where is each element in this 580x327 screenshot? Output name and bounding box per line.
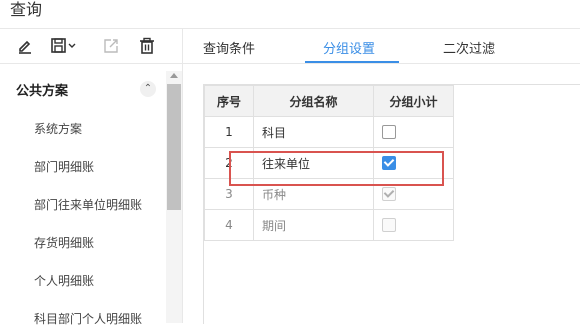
row-index: 1 [204, 116, 254, 148]
row-index: 2 [204, 147, 254, 179]
table-header-row: 序号 分组名称 分组小计 [204, 85, 454, 117]
row-index: 4 [204, 209, 254, 241]
tab-bar: 查询条件 分组设置 二次过滤 [183, 29, 580, 64]
row-index: 3 [204, 178, 254, 210]
settings-panel: 查询条件 分组设置 二次过滤 序号 分组名称 分组小计 1 科目 2 往来单位 … [183, 29, 580, 324]
scheme-item[interactable]: 部门往来单位明细账 [34, 196, 142, 213]
subtotal-checkbox [382, 218, 396, 233]
scrollbar-thumb[interactable] [167, 84, 181, 210]
scheme-toolbar [0, 29, 182, 64]
edit-button[interactable] [14, 36, 36, 56]
scroll-up-arrow-icon[interactable] [170, 73, 178, 78]
table-row[interactable]: 3 币种 [204, 178, 454, 210]
title-bar: 查询 [0, 0, 580, 29]
column-header: 分组名称 [253, 85, 374, 117]
tab-secondary-filter[interactable]: 二次过滤 [443, 38, 495, 57]
subtotal-checkbox [382, 187, 396, 202]
delete-button[interactable] [136, 36, 158, 56]
table-row[interactable]: 4 期间 [204, 209, 454, 241]
section-header[interactable]: 公共方案 ⌃ [0, 73, 166, 103]
section-title: 公共方案 [16, 84, 69, 99]
table-row[interactable]: 2 往来单位 [204, 147, 454, 179]
table-row[interactable]: 1 科目 [204, 116, 454, 148]
group-name[interactable]: 期间 [253, 209, 374, 241]
scheme-item[interactable]: 存货明细账 [34, 234, 94, 251]
window-title: 查询 [10, 0, 43, 19]
subtotal-checkbox[interactable] [382, 125, 396, 140]
scheme-item[interactable]: 科目部门个人明细账 [34, 310, 142, 327]
column-header: 分组小计 [373, 85, 454, 117]
group-grid: 序号 分组名称 分组小计 1 科目 2 往来单位 3 币种 4 期间 [203, 84, 580, 324]
scheme-item[interactable]: 系统方案 [34, 120, 82, 137]
chevron-up-icon[interactable]: ⌃ [140, 81, 156, 97]
sidebar-scrollbar[interactable] [166, 71, 182, 323]
scheme-item[interactable]: 部门明细账 [34, 158, 94, 175]
subtotal-checkbox[interactable] [382, 156, 396, 171]
scheme-panel: 公共方案 ⌃ 系统方案 部门明细账 部门往来单位明细账 存货明细账 个人明细账 … [0, 29, 183, 326]
group-name[interactable]: 币种 [253, 178, 374, 210]
group-name[interactable]: 科目 [253, 116, 374, 148]
tab-group-settings[interactable]: 分组设置 [323, 38, 375, 57]
active-tab-indicator [305, 61, 399, 63]
column-header: 序号 [204, 85, 254, 117]
scheme-item[interactable]: 个人明细账 [34, 272, 94, 289]
export-button[interactable] [100, 36, 122, 56]
group-table: 序号 分组名称 分组小计 1 科目 2 往来单位 3 币种 4 期间 [204, 85, 454, 241]
save-dropdown-button[interactable] [48, 36, 80, 56]
group-name[interactable]: 往来单位 [253, 147, 374, 179]
tab-query-conditions[interactable]: 查询条件 [203, 38, 255, 57]
